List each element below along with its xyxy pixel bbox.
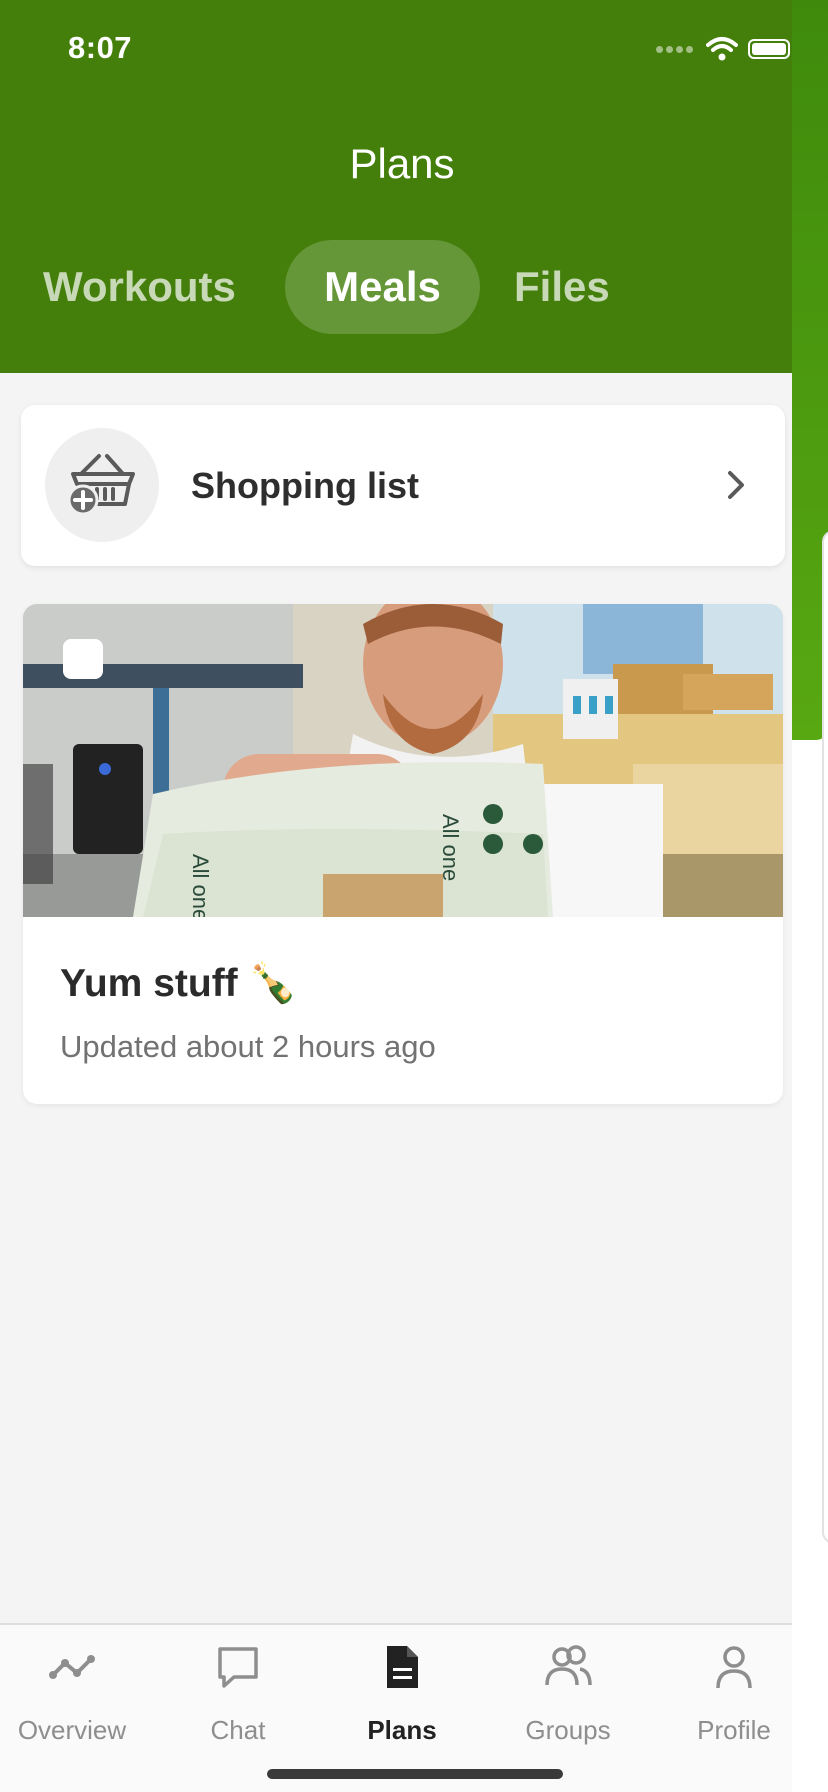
status-icons — [656, 36, 790, 62]
wifi-icon — [706, 37, 738, 61]
chat-icon — [218, 1647, 258, 1688]
svg-text:All one: All one — [438, 814, 463, 881]
plans-icon — [387, 1646, 418, 1688]
cellular-signal-icon — [656, 40, 696, 58]
meal-plan-card[interactable]: All one All one Yum stuff 🍾 Updated abou… — [23, 604, 783, 1104]
svg-text:All one: All one — [188, 854, 213, 917]
shopping-list-label: Shopping list — [191, 465, 419, 506]
basket-add-icon — [45, 428, 159, 542]
nav-label: Chat — [210, 1715, 266, 1745]
status-time: 8:07 — [68, 30, 133, 65]
tab-meals[interactable]: Meals — [285, 240, 480, 334]
bottom-nav: Overview Chat Plans Groups Profile — [0, 1623, 792, 1792]
overview-icon — [49, 1655, 95, 1679]
plans-screen: 8:07 Plans Workouts Meals Files Shopping… — [0, 0, 792, 1792]
meal-plan-photo: All one All one — [23, 604, 783, 917]
groups-icon — [545, 1645, 592, 1686]
home-indicator[interactable] — [267, 1769, 563, 1779]
nav-label: Overview — [17, 1715, 127, 1745]
meal-plan-title: Yum stuff 🍾 — [60, 962, 298, 1005]
nav-label: Groups — [525, 1715, 611, 1745]
tab-files[interactable]: Files — [514, 240, 610, 334]
battery-icon — [748, 39, 790, 59]
meal-plan-updated: Updated about 2 hours ago — [60, 1029, 436, 1064]
background-screen-peek — [792, 0, 828, 1792]
profile-icon — [716, 1646, 752, 1689]
nav-label: Profile — [697, 1715, 771, 1745]
nav-label: Plans — [367, 1715, 437, 1745]
shopping-list-button[interactable]: Shopping list — [21, 405, 785, 566]
page-title: Plans — [349, 140, 455, 187]
plan-tabs: Workouts Meals Files — [0, 240, 792, 334]
tab-workouts[interactable]: Workouts — [43, 240, 236, 334]
chevron-right-icon — [728, 471, 744, 499]
header: 8:07 Plans Workouts Meals Files — [0, 0, 792, 373]
background-screen-card — [822, 530, 828, 1544]
